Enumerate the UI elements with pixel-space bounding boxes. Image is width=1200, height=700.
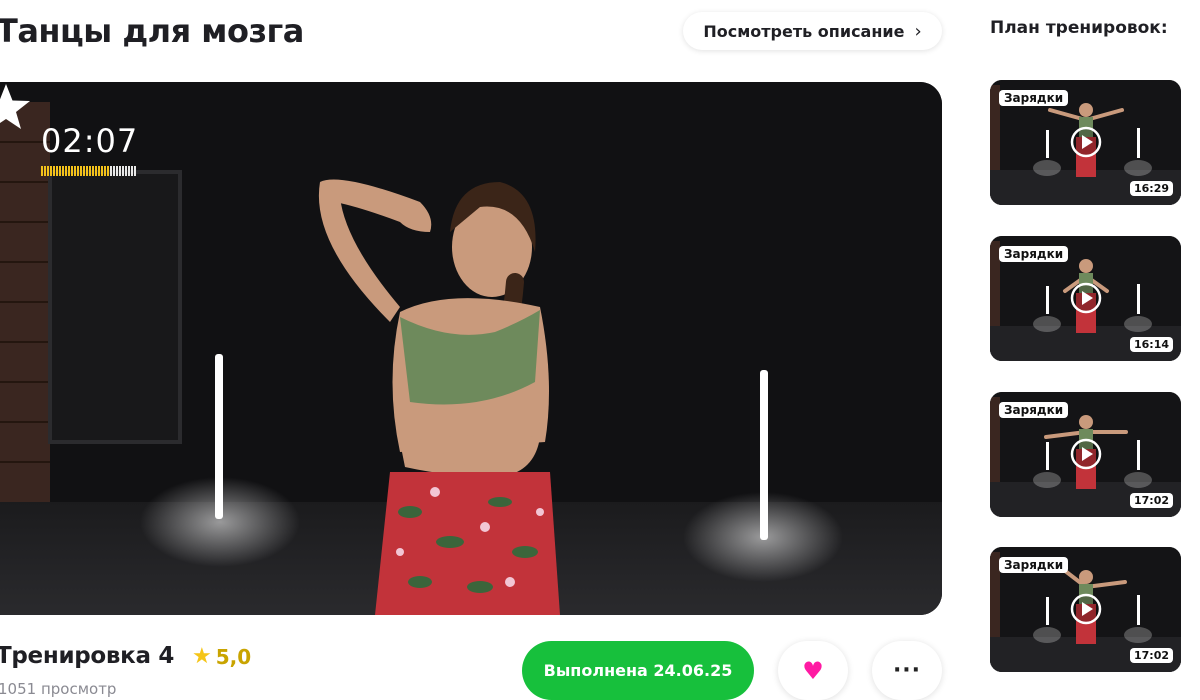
progress-tick <box>86 166 88 176</box>
progress-tick <box>95 166 97 176</box>
heart-icon: ♥ <box>802 656 824 685</box>
training-plan-card[interactable]: Зарядки 17:02 <box>990 547 1181 672</box>
progress-tick <box>134 166 136 176</box>
training-plan-title: План тренировок: <box>990 18 1168 38</box>
progress-tick <box>125 166 127 176</box>
rating-value: 5,0 <box>215 645 252 669</box>
page-title: Танцы для мозга <box>0 12 304 50</box>
video-player[interactable]: 02:07 <box>0 82 942 615</box>
progress-tick <box>113 166 115 176</box>
training-plan-card[interactable]: Зарядки 16:29 <box>990 80 1181 205</box>
progress-tick <box>101 166 103 176</box>
chevron-right-icon: › <box>914 20 922 42</box>
view-description-label: Посмотреть описание <box>703 21 905 41</box>
plan-category-tag: Зарядки <box>999 90 1069 106</box>
workout-title: Тренировка 4 <box>0 643 175 669</box>
progress-tick <box>128 166 130 176</box>
progress-tick <box>47 166 49 176</box>
progress-tick <box>77 166 79 176</box>
progress-tick <box>110 166 112 176</box>
plan-duration: 16:14 <box>1129 337 1173 352</box>
plan-category-tag: Зарядки <box>999 557 1069 573</box>
rating-star-icon: ★ <box>192 644 212 669</box>
video-progress-ticks <box>41 166 136 176</box>
plan-category-tag: Зарядки <box>999 402 1069 418</box>
progress-tick <box>71 166 73 176</box>
progress-tick <box>89 166 91 176</box>
more-button[interactable]: ··· <box>872 641 942 700</box>
star-icon[interactable] <box>0 82 32 132</box>
plan-duration: 17:02 <box>1129 648 1173 663</box>
progress-tick <box>119 166 121 176</box>
progress-tick <box>80 166 82 176</box>
more-dots-icon: ··· <box>892 658 922 683</box>
progress-tick <box>131 166 133 176</box>
completed-button[interactable]: Выполнена 24.06.25 <box>522 641 754 700</box>
progress-tick <box>59 166 61 176</box>
progress-tick <box>41 166 43 176</box>
progress-tick <box>68 166 70 176</box>
progress-tick <box>98 166 100 176</box>
progress-tick <box>62 166 64 176</box>
progress-tick <box>44 166 46 176</box>
plan-duration: 16:29 <box>1129 181 1173 196</box>
like-button[interactable]: ♥ <box>778 641 848 700</box>
progress-tick <box>104 166 106 176</box>
progress-tick <box>56 166 58 176</box>
video-frame-illustration <box>0 82 942 615</box>
view-description-button[interactable]: Посмотреть описание › <box>683 12 942 50</box>
progress-tick <box>83 166 85 176</box>
training-plan-card[interactable]: Зарядки 16:14 <box>990 236 1181 361</box>
progress-tick <box>107 166 109 176</box>
video-timer: 02:07 <box>41 122 139 160</box>
progress-tick <box>53 166 55 176</box>
progress-tick <box>50 166 52 176</box>
progress-tick <box>92 166 94 176</box>
plan-category-tag: Зарядки <box>999 246 1069 262</box>
rating: ★ 5,0 <box>192 645 251 669</box>
progress-tick <box>122 166 124 176</box>
training-plan-card[interactable]: Зарядки 17:02 <box>990 392 1181 517</box>
progress-tick <box>74 166 76 176</box>
plan-duration: 17:02 <box>1129 493 1173 508</box>
progress-tick <box>116 166 118 176</box>
view-count: 1051 просмотр <box>0 680 117 698</box>
progress-tick <box>65 166 67 176</box>
